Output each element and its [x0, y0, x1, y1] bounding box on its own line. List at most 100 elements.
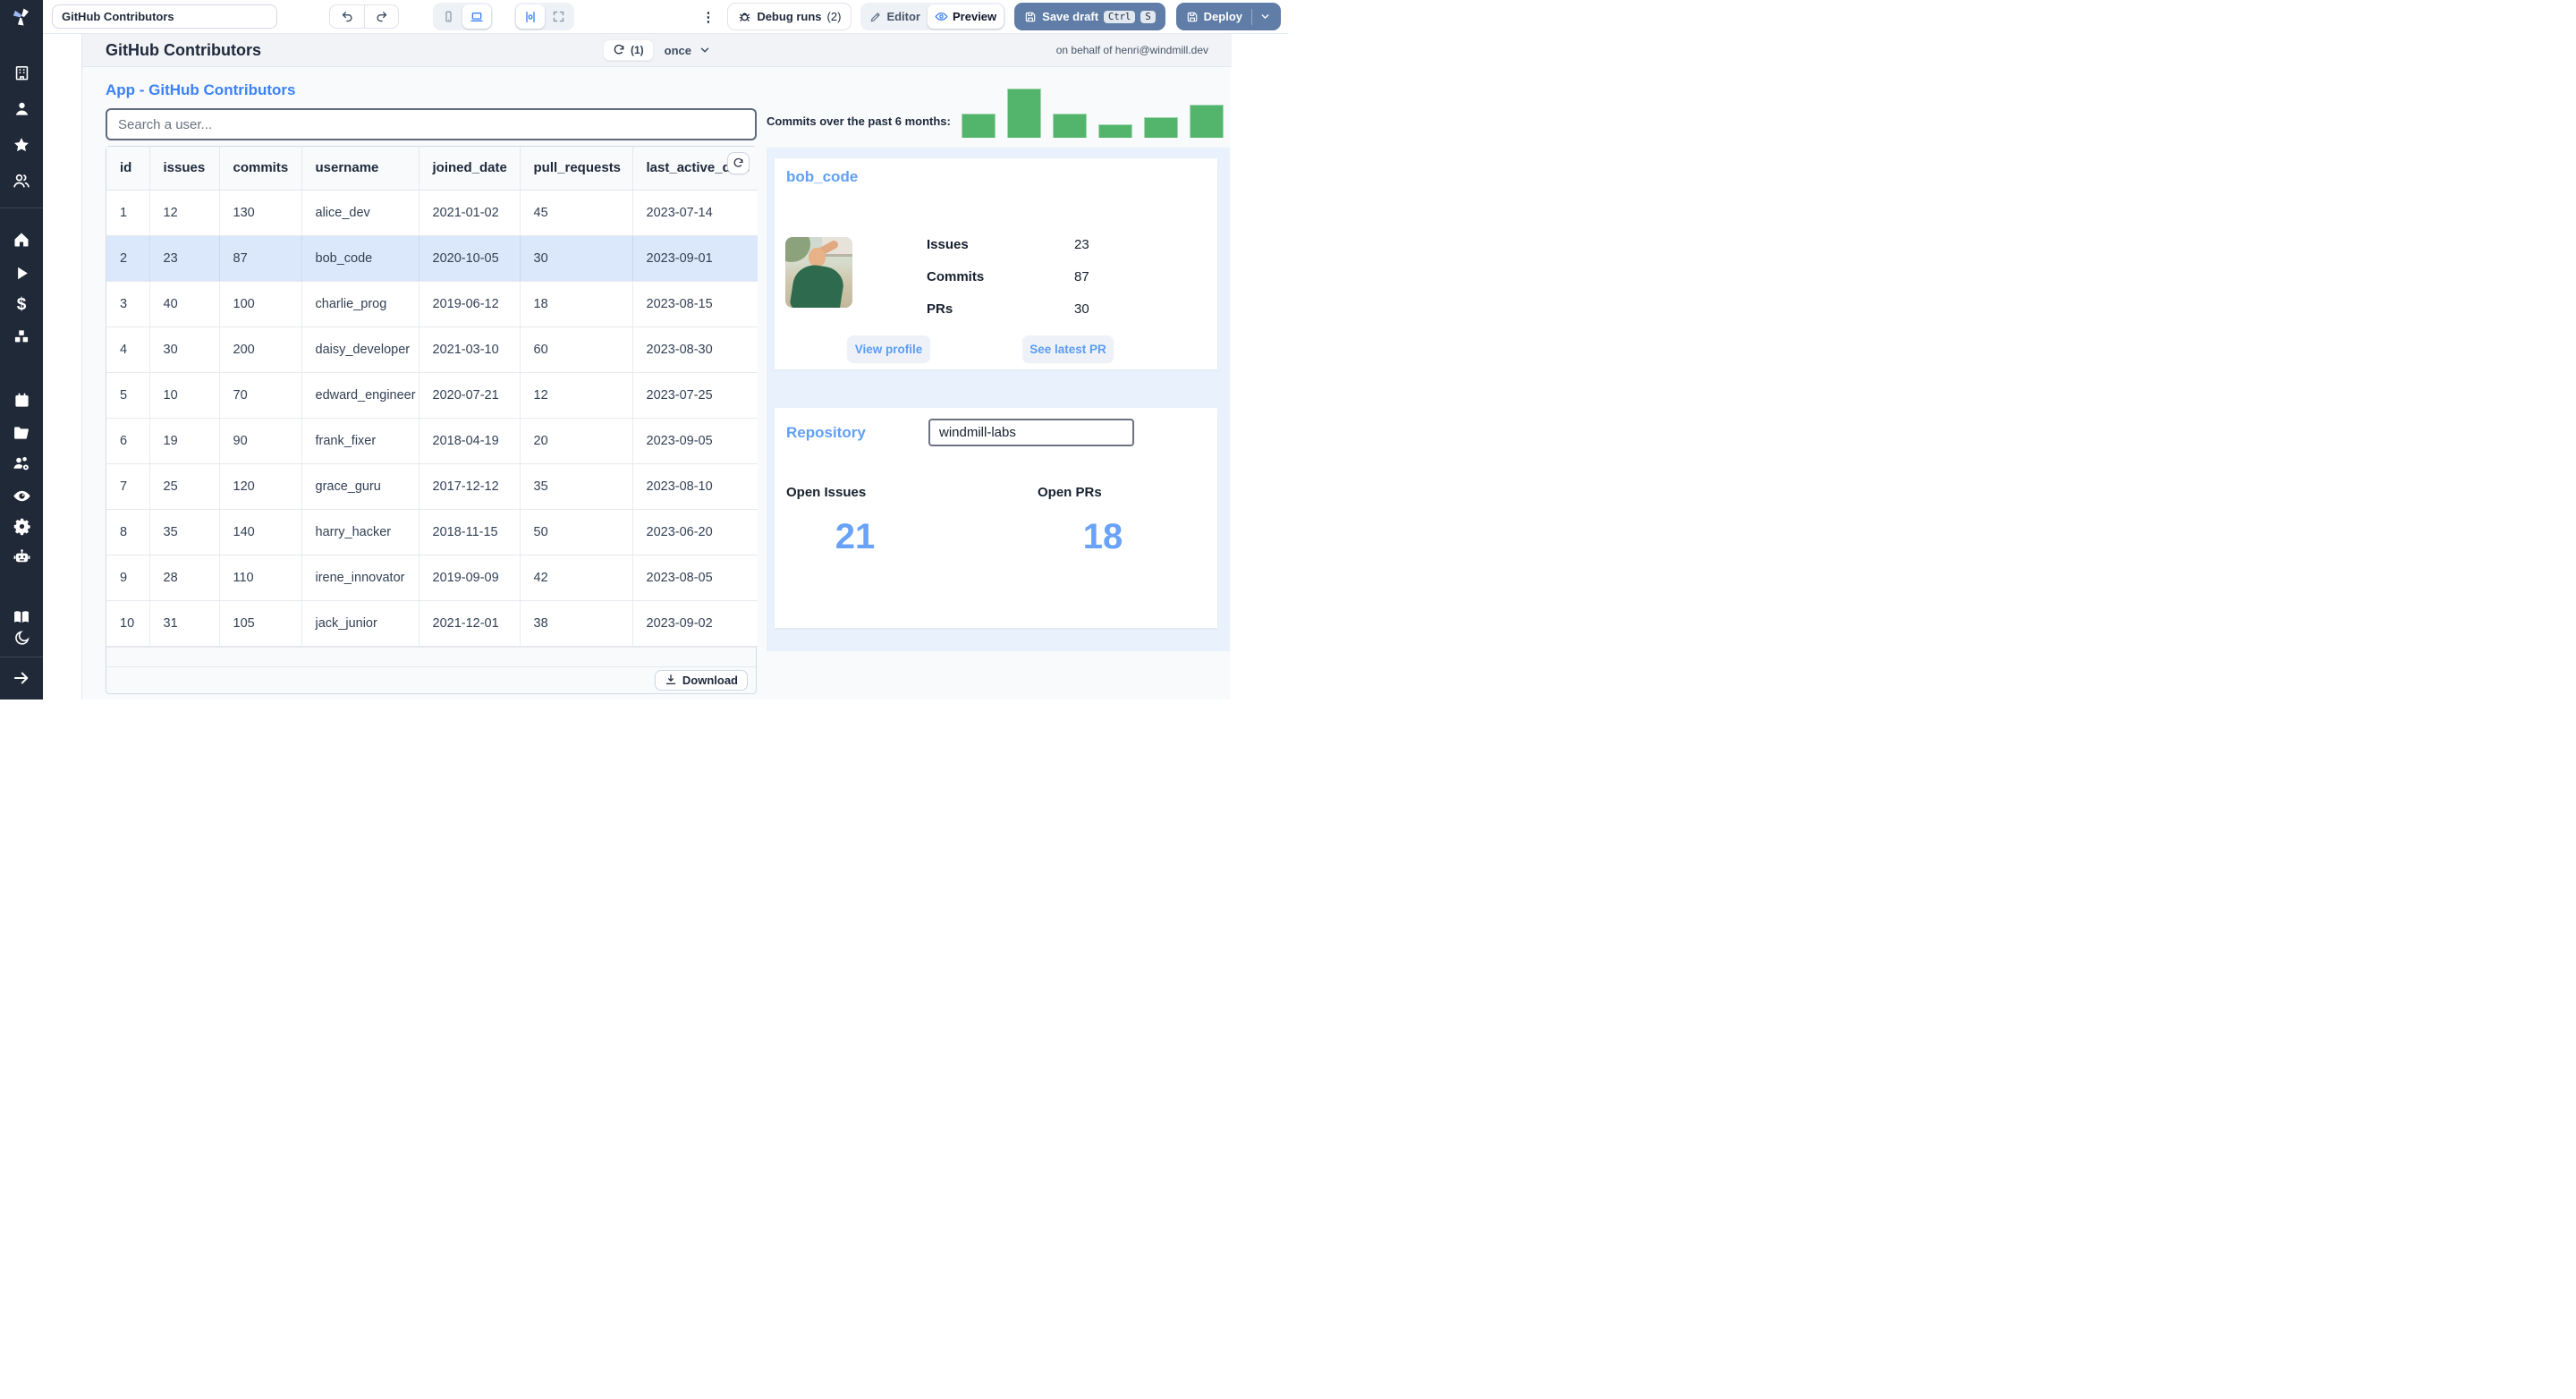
download-icon: [665, 674, 676, 685]
app-preview-area: GitHub Contributors (1) once on behalf o…: [81, 34, 1232, 700]
table-row[interactable]: 8 35 140 harry_hacker 2018-11-15 50 2023-06-20: [106, 509, 758, 555]
app-name-input[interactable]: [52, 4, 277, 29]
table-row[interactable]: 4 30 200 daisy_developer 2021-03-10 60 2023-08…: [106, 326, 758, 373]
laptop-icon: [470, 12, 483, 21]
users-icon[interactable]: [0, 172, 43, 190]
building-icon[interactable]: [0, 64, 43, 81]
table-footer-spacer: [106, 646, 756, 666]
col-username: username: [301, 147, 419, 191]
editor-tab[interactable]: Editor: [862, 4, 928, 29]
boxes-icon[interactable]: [0, 327, 43, 345]
user-avatar: [785, 237, 852, 308]
calendar-icon[interactable]: [0, 392, 43, 409]
chevron-down-icon: [700, 47, 709, 53]
app-refresh-button[interactable]: (1): [602, 39, 654, 61]
table-header: id issues commits username joined_date p…: [106, 147, 758, 191]
stat-prs-value: 30: [1074, 301, 1089, 317]
stat-prs: PRs 30: [927, 301, 1195, 317]
device-toggle: [433, 3, 493, 30]
redo-button[interactable]: [364, 4, 399, 29]
search-input[interactable]: [106, 108, 757, 140]
dollar-icon[interactable]: $: [0, 295, 43, 315]
book-icon[interactable]: [0, 608, 43, 626]
commit-bar: [1053, 114, 1087, 138]
see-latest-pr-button[interactable]: See latest PR: [1022, 335, 1114, 362]
user-card: bob_code Issues 23 Commits 87 PRs 30 Vie…: [775, 158, 1217, 369]
mobile-view-button[interactable]: [435, 4, 462, 29]
undo-icon: [342, 12, 352, 22]
windmill-logo[interactable]: [11, 6, 32, 32]
commit-bar: [1007, 89, 1041, 138]
col-pull-requests: pull_requests: [520, 147, 633, 191]
commit-bar: [1190, 105, 1224, 138]
schedule-select[interactable]: once: [665, 44, 711, 57]
table-row[interactable]: 2 23 87 bob_code 2020-10-05 30 2023-09-01: [106, 235, 758, 282]
user-card-title: bob_code: [786, 168, 859, 185]
arrow-right-icon[interactable]: [0, 669, 43, 687]
commit-bars: [962, 89, 1226, 138]
folder-icon[interactable]: [0, 424, 43, 442]
undo-button[interactable]: [329, 4, 364, 29]
redo-icon: [377, 12, 387, 22]
home-icon[interactable]: [0, 231, 43, 249]
preview-eye-icon: [935, 13, 948, 21]
gear-icon[interactable]: [0, 517, 43, 536]
on-behalf-of-label: on behalf of henri@windmill.dev: [1055, 44, 1208, 56]
stat-issues-label: Issues: [927, 237, 969, 252]
table-row[interactable]: 7 25 120 grace_guru 2017-12-12 35 2023-08-10: [106, 463, 758, 510]
center-layout-icon: [526, 11, 535, 22]
debug-runs-label: Debug runs: [757, 10, 822, 23]
open-prs-value: 18: [1082, 517, 1123, 556]
stat-issues-value: 23: [1074, 237, 1089, 252]
repo-input[interactable]: [930, 425, 1126, 440]
view-profile-button[interactable]: View profile: [847, 335, 930, 362]
commit-bar: [1098, 124, 1132, 138]
deploy-button[interactable]: Deploy: [1175, 3, 1281, 30]
desktop-view-button[interactable]: [462, 4, 491, 29]
save-draft-button[interactable]: Save draft Ctrl S: [1014, 3, 1165, 30]
table-row[interactable]: 5 10 70 edward_engineer 2020-07-21 12 2023-07-…: [106, 372, 758, 419]
col-id: id: [106, 147, 150, 191]
star-icon[interactable]: [0, 136, 43, 154]
open-issues-label: Open Issues: [786, 485, 867, 500]
stat-prs-label: PRs: [927, 301, 953, 317]
col-joined-date: joined_date: [419, 147, 521, 191]
users-gear-icon[interactable]: [0, 454, 43, 473]
bot-icon[interactable]: [0, 547, 43, 566]
download-button[interactable]: Download: [654, 669, 748, 691]
details-panel: bob_code Issues 23 Commits 87 PRs 30 Vie…: [767, 148, 1230, 651]
eye-icon[interactable]: [0, 487, 43, 505]
center-layout-button[interactable]: [516, 4, 545, 29]
table-refresh-button[interactable]: [727, 152, 750, 174]
refresh-icon: [614, 44, 624, 55]
table-refresh-icon: [733, 157, 743, 167]
preview-tab[interactable]: Preview: [928, 4, 1004, 29]
editor-label: Editor: [886, 10, 920, 23]
layout-toggle: [514, 3, 574, 30]
debug-runs-count: (2): [826, 10, 842, 23]
app-title-header: GitHub Contributors: [106, 40, 261, 59]
expand-icon: [553, 11, 564, 22]
page-title: App - GitHub Contributors: [106, 81, 296, 98]
table-row[interactable]: 9 28 110 irene_innovator 2019-09-09 42 2023-08…: [106, 555, 758, 601]
save-draft-label: Save draft: [1042, 10, 1099, 23]
col-commits: commits: [219, 147, 302, 191]
table-row[interactable]: 1 12 130 alice_dev 2021-01-02 45 2023-07-14: [106, 190, 758, 236]
table-row[interactable]: 3 40 100 charlie_prog 2019-06-12 18 2023-08-15: [106, 281, 758, 327]
stat-commits-value: 87: [1074, 269, 1089, 284]
open-prs-label: Open PRs: [1038, 485, 1102, 500]
user-icon[interactable]: [0, 100, 43, 117]
editor-topbar: ⋮ Debug runs (2) Editor Preview Save dra…: [43, 0, 1288, 34]
play-icon[interactable]: [0, 265, 43, 282]
refresh-count: (1): [630, 44, 644, 56]
preview-label: Preview: [953, 10, 997, 23]
download-label: Download: [682, 673, 738, 687]
moon-icon[interactable]: [0, 630, 43, 647]
fullscreen-button[interactable]: [545, 4, 572, 29]
app-canvas: App - GitHub Contributors id issues comm…: [82, 67, 1232, 700]
more-menu-button[interactable]: ⋮: [701, 9, 715, 25]
deploy-label: Deploy: [1203, 10, 1242, 23]
table-row[interactable]: 6 19 90 frank_fixer 2018-04-19 20 2023-09-05: [106, 418, 758, 464]
table-row[interactable]: 10 31 105 jack_junior 2021-12-01 38 2023-09-02: [106, 600, 758, 647]
debug-runs-button[interactable]: Debug runs (2): [727, 3, 852, 30]
